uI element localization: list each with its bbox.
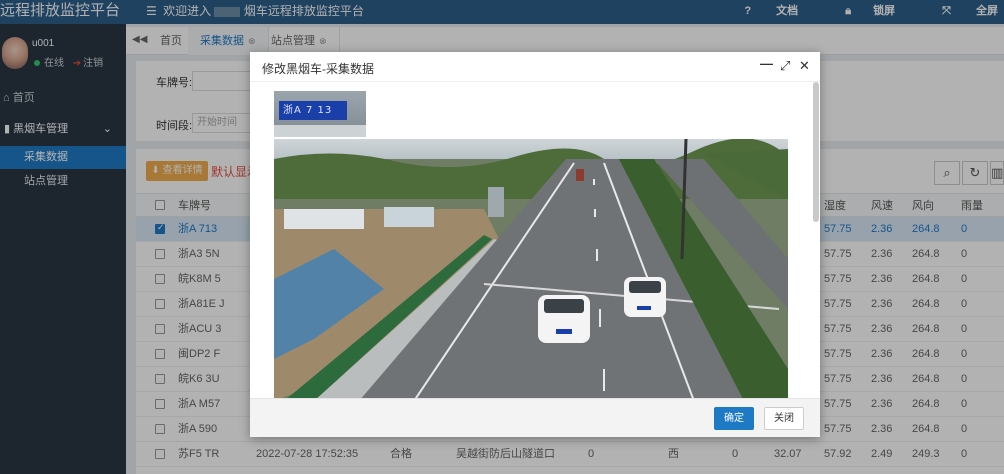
- edit-dialog: 修改黑烟车-采集数据 — ⤢ ✕ 浙A 7 13 确定 关闭: [250, 52, 820, 437]
- plate-crop-image: 浙A 7 13: [274, 91, 366, 137]
- road-scene-image: [274, 139, 788, 398]
- close-icon[interactable]: ✕: [799, 58, 810, 74]
- dialog-title: 修改黑烟车-采集数据: [262, 62, 374, 76]
- maximize-icon[interactable]: ⤢: [780, 58, 790, 74]
- bumper-shape: [274, 125, 366, 137]
- plate-text: 浙A 7 13: [279, 101, 347, 120]
- dialog-footer: 确定 关闭: [250, 398, 820, 437]
- minimize-icon[interactable]: —: [760, 56, 773, 71]
- confirm-button[interactable]: 确定: [714, 407, 754, 430]
- close-button[interactable]: 关闭: [764, 407, 804, 430]
- dialog-scrollbar[interactable]: [813, 82, 819, 222]
- dialog-header: 修改黑烟车-采集数据 — ⤢ ✕: [250, 52, 820, 82]
- dialog-body: 浙A 7 13: [250, 82, 820, 398]
